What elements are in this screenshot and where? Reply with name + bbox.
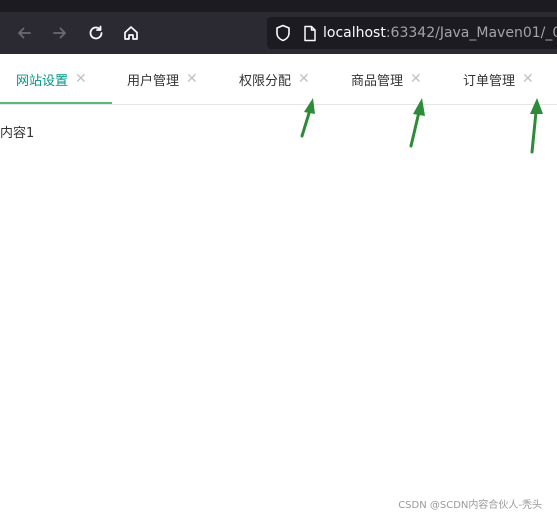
close-icon[interactable]: ✕ [522,72,534,86]
close-icon[interactable]: ✕ [298,72,310,86]
close-icon[interactable]: ✕ [186,72,198,86]
close-icon[interactable]: ✕ [75,72,87,86]
tab-label: 网站设置 [16,73,69,89]
annotation-arrow-icon [409,98,425,148]
back-arrow-icon[interactable] [12,21,36,45]
tab-website-settings[interactable]: 网站设置 ✕ [16,54,87,104]
page-icon [303,25,317,42]
url-path: :63342/Java_Maven01/_04 [385,25,557,41]
forward-arrow-icon[interactable] [48,21,72,45]
active-tab-underline [0,102,112,104]
shield-icon[interactable] [275,24,291,42]
watermark: CSDN @SCDN内容合伙人-秃头 [398,500,542,511]
tab-user-management[interactable]: 用户管理 ✕ [127,54,198,104]
tab-label: 用户管理 [127,73,180,89]
annotation-arrow-icon [530,98,543,154]
annotation-arrow-icon [300,98,315,138]
tab-content: 内容1 [0,126,35,141]
tab-label: 权限分配 [239,73,292,89]
url-host: localhost [323,25,386,41]
home-icon[interactable] [119,21,143,45]
reload-icon[interactable] [84,21,108,45]
tab-bar: 网站设置 ✕ 用户管理 ✕ 权限分配 ✕ 商品管理 ✕ 订单管理 ✕ [0,54,557,105]
url-text[interactable]: localhost:63342/Java_Maven01/_04 [323,25,557,41]
tab-label: 订单管理 [463,73,516,89]
tab-order-management[interactable]: 订单管理 ✕ [463,54,534,104]
address-bar[interactable]: localhost:63342/Java_Maven01/_04 [267,17,557,49]
browser-titlebar [0,0,557,12]
close-icon[interactable]: ✕ [410,72,422,86]
browser-toolbar: localhost:63342/Java_Maven01/_04 [0,12,557,54]
tab-label: 商品管理 [351,73,404,89]
page-content: 网站设置 ✕ 用户管理 ✕ 权限分配 ✕ 商品管理 ✕ 订单管理 ✕ 内容1 C… [0,54,557,519]
